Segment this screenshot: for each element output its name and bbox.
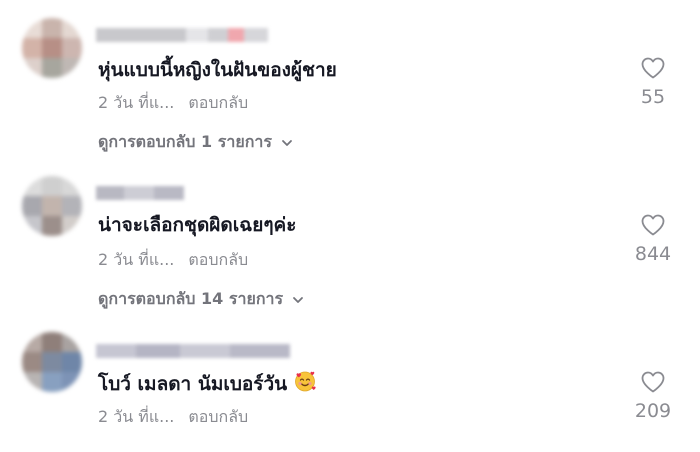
comment-time: 2 วัน ที่แ... bbox=[98, 407, 175, 426]
like-count: 55 bbox=[640, 86, 666, 108]
chevron-down-icon bbox=[293, 296, 303, 303]
view-replies-label: ดูการตอบกลับ 14 รายการ bbox=[98, 289, 284, 308]
comment-time: 2 วัน ที่แ... bbox=[98, 250, 175, 269]
smiling-face-with-hearts-icon bbox=[295, 371, 316, 392]
reply-button[interactable]: ตอบกลับ bbox=[188, 93, 248, 112]
avatar[interactable] bbox=[22, 176, 82, 236]
username-blurred[interactable] bbox=[96, 344, 290, 360]
heart-outline-icon bbox=[641, 214, 665, 236]
comment-text-content: โบว์ เมลดา นัมเบอร์วัน bbox=[98, 373, 288, 395]
comment-meta: 2 วัน ที่แ... ตอบกลับ bbox=[98, 91, 248, 116]
comment-text: น่าจะเลือกชุดผิดเฉยๆค่ะ bbox=[98, 214, 297, 236]
like-count: 209 bbox=[634, 400, 672, 422]
avatar[interactable] bbox=[22, 332, 82, 392]
view-replies-label: ดูการตอบกลับ 1 รายการ bbox=[98, 132, 272, 151]
heart-outline-icon bbox=[641, 371, 665, 393]
comment-text: หุ่นแบบนี้หญิงในฝันของผู้ชาย bbox=[98, 59, 337, 81]
like-button[interactable]: 844 bbox=[628, 213, 678, 265]
comment-text: โบว์ เมลดา นัมเบอร์วัน bbox=[98, 369, 317, 399]
like-count: 844 bbox=[634, 243, 672, 265]
view-replies-button[interactable]: ดูการตอบกลับ 14 รายการ bbox=[98, 287, 305, 312]
like-button[interactable]: 209 bbox=[628, 370, 678, 422]
avatar[interactable] bbox=[22, 18, 82, 78]
comment-meta: 2 วัน ที่แ... ตอบกลับ bbox=[98, 405, 248, 430]
view-replies-button[interactable]: ดูการตอบกลับ 1 รายการ bbox=[98, 130, 294, 155]
username-blurred[interactable] bbox=[96, 28, 268, 44]
username-blurred[interactable] bbox=[96, 186, 184, 202]
reply-button[interactable]: ตอบกลับ bbox=[188, 250, 248, 269]
like-button[interactable]: 55 bbox=[628, 56, 678, 108]
comment-meta: 2 วัน ที่แ... ตอบกลับ bbox=[98, 248, 248, 273]
heart-outline-icon bbox=[641, 57, 665, 79]
comment-time: 2 วัน ที่แ... bbox=[98, 93, 175, 112]
chevron-down-icon bbox=[282, 139, 292, 146]
comments-panel: หุ่นแบบนี้หญิงในฝันของผู้ชาย 2 วัน ที่แ.… bbox=[0, 0, 700, 452]
reply-button[interactable]: ตอบกลับ bbox=[188, 407, 248, 426]
